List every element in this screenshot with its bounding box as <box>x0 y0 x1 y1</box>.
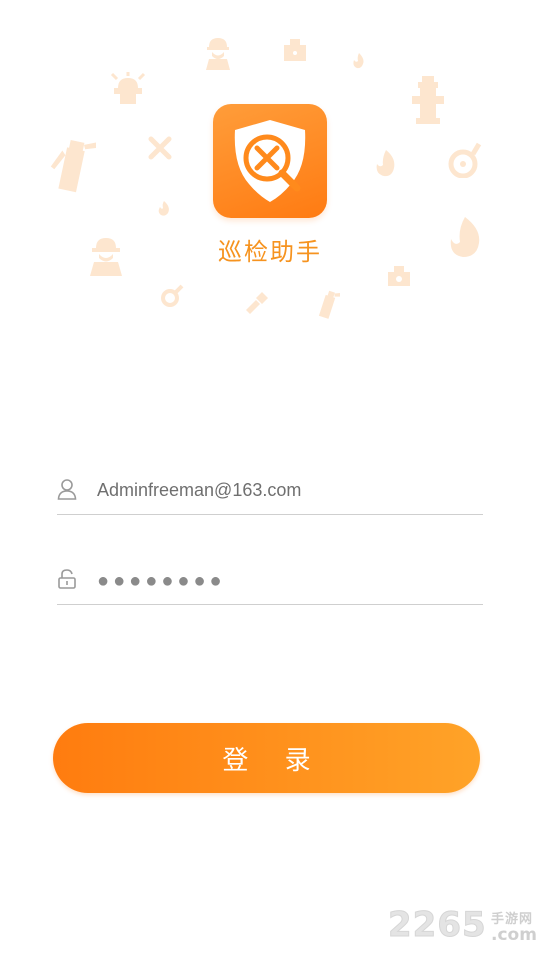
key-icon <box>160 282 186 308</box>
app-title: 巡检助手 <box>218 238 322 266</box>
siren-icon <box>110 72 146 106</box>
app-logo <box>213 104 327 218</box>
water-valve-icon <box>447 140 483 178</box>
username-input[interactable] <box>97 476 477 504</box>
username-field[interactable] <box>57 470 483 515</box>
watermark-number: 2265 <box>388 905 487 946</box>
password-field[interactable] <box>57 560 483 605</box>
flashlight-icon <box>242 290 270 318</box>
site-watermark: 2265 手游网 .com <box>388 905 538 949</box>
small-flame-icon <box>155 200 173 218</box>
shield-search-tools-icon <box>234 120 306 202</box>
user-icon <box>57 478 77 500</box>
worker-icon <box>203 35 233 71</box>
lock-icon <box>57 568 77 590</box>
fire-extinguisher-icon <box>50 133 96 193</box>
password-input[interactable] <box>97 567 477 595</box>
alarm-device-icon <box>280 35 310 65</box>
crossed-tools-icon <box>147 135 173 161</box>
fire-icon <box>350 52 368 70</box>
hydrant-icon <box>410 72 446 124</box>
login-button[interactable]: 登 录 <box>53 723 480 793</box>
flame-icon <box>372 148 400 178</box>
extinguisher-small-icon <box>316 288 340 320</box>
watermark-domain: .com <box>491 925 537 945</box>
